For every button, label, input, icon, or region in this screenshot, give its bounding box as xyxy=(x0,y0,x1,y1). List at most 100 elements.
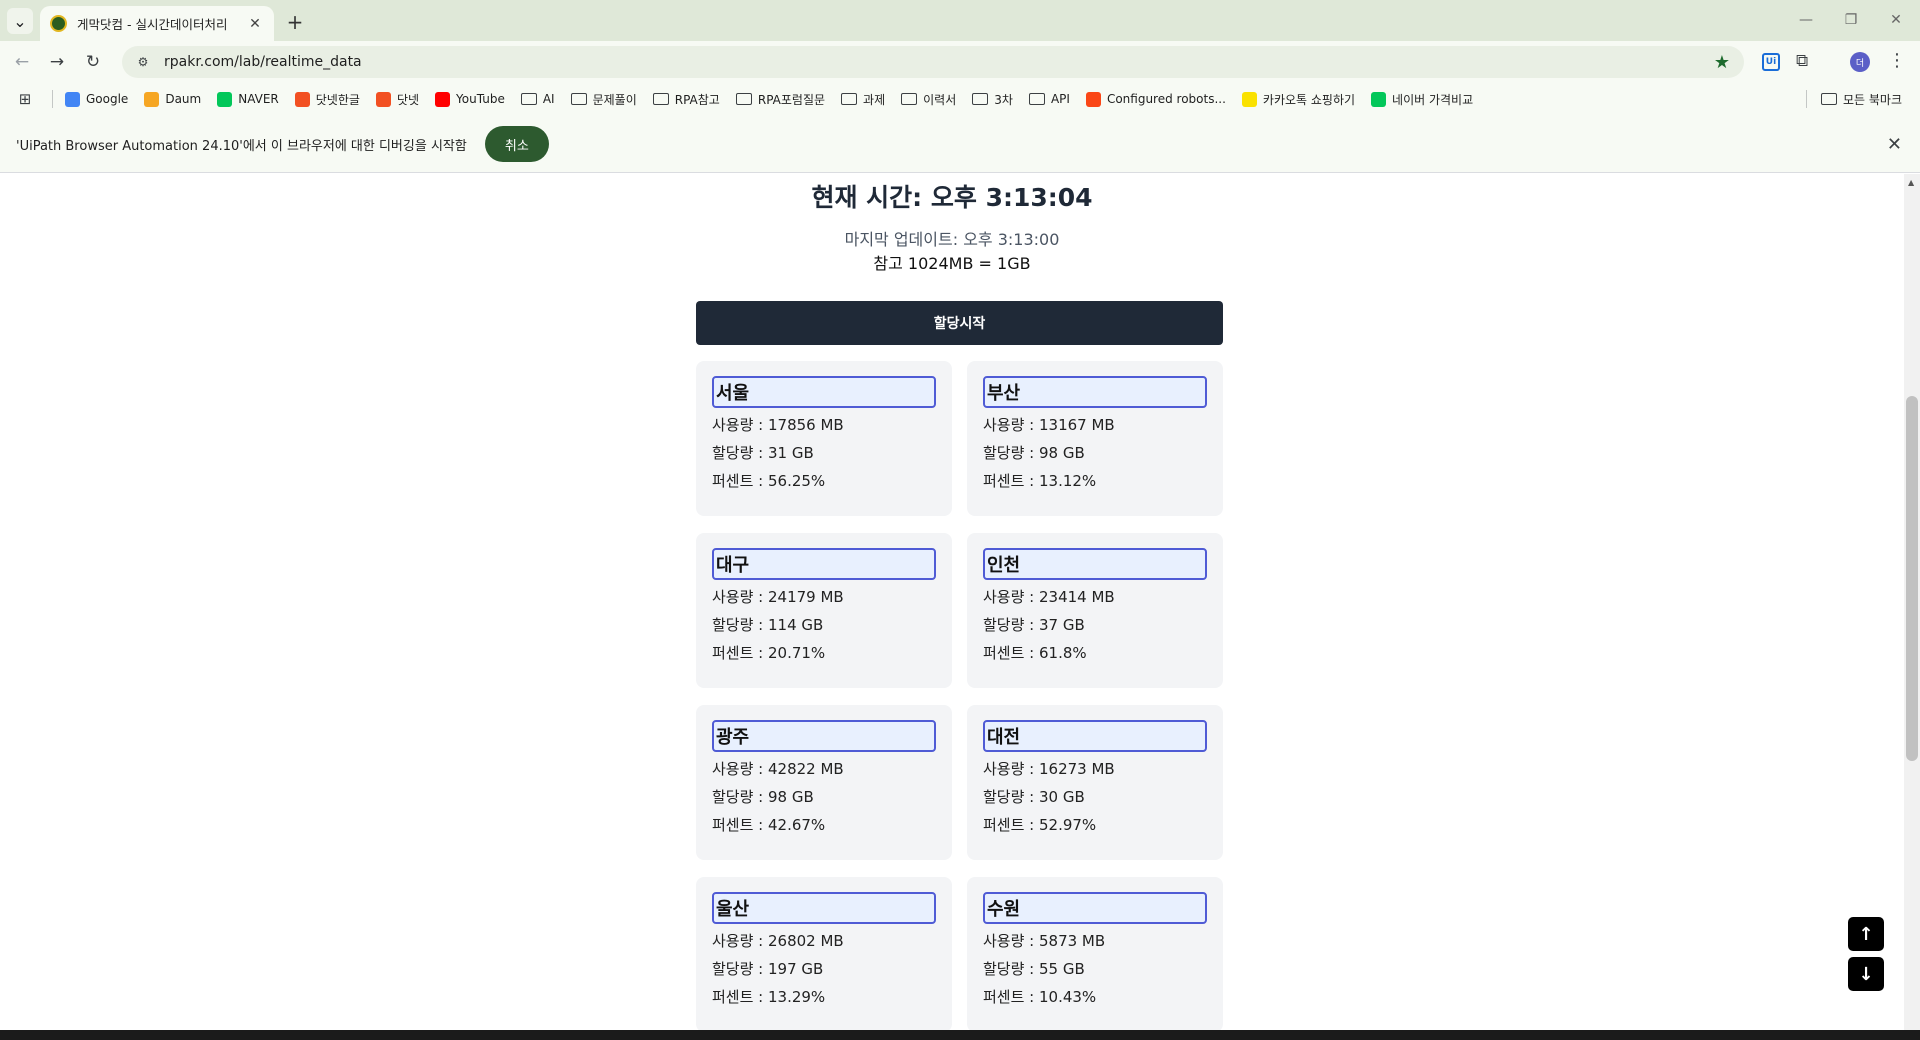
bookmark-item[interactable]: RPA참고 xyxy=(652,91,720,108)
usage-text: 사용량 : 5873 MB xyxy=(983,932,1106,950)
bookmark-label: Daum xyxy=(165,92,202,106)
bookmark-item[interactable]: RPA포럼질문 xyxy=(735,91,825,108)
usage-text: 사용량 : 23414 MB xyxy=(983,588,1115,606)
bookmark-item[interactable]: Google xyxy=(65,91,128,107)
scroll-to-bottom-button[interactable]: ↓ xyxy=(1848,957,1884,991)
windows-icon xyxy=(294,91,310,107)
more-menu-icon[interactable]: ⋮ xyxy=(1888,50,1906,71)
google-icon xyxy=(65,91,80,107)
usage-text: 사용량 : 16273 MB xyxy=(983,760,1115,778)
start-allocation-button[interactable]: 할당시작 xyxy=(696,301,1223,345)
city-name-field[interactable]: 부산 xyxy=(983,376,1207,408)
city-card: 수원 사용량 : 5873 MB 할당량 : 55 GB 퍼센트 : 10.43% xyxy=(967,877,1223,1030)
folder-icon xyxy=(841,93,858,105)
bookmarks-divider xyxy=(1805,90,1807,108)
uipath-icon xyxy=(1085,91,1101,107)
address-bar[interactable]: ⚙ rpakr.com/lab/realtime_data ★ xyxy=(122,46,1744,78)
bookmark-item[interactable]: 과제 xyxy=(841,91,885,108)
bookmark-item[interactable]: 3차 xyxy=(972,91,1013,108)
bookmark-item[interactable]: AI xyxy=(520,92,555,106)
scroll-up-arrow-icon[interactable]: ▲ xyxy=(1908,178,1914,187)
bookmark-label: 문제풀이 xyxy=(592,92,637,107)
bookmark-label: API xyxy=(1050,92,1070,106)
folder-icon xyxy=(1820,93,1837,105)
browser-toolbar: ← → ↻ ⚙ rpakr.com/lab/realtime_data ★ Ui… xyxy=(0,41,1920,82)
reload-icon[interactable]: ↻ xyxy=(80,49,106,75)
bookmark-item[interactable]: 닷넷한글 xyxy=(294,91,360,108)
usage-text: 사용량 : 17856 MB xyxy=(712,416,844,434)
bookmark-star-icon[interactable]: ★ xyxy=(1714,52,1730,73)
scrollbar-thumb[interactable] xyxy=(1906,396,1918,761)
naver-icon xyxy=(1371,91,1387,107)
forward-arrow-icon[interactable]: → xyxy=(44,49,70,75)
infobar-close-icon[interactable]: ✕ xyxy=(1887,134,1902,155)
city-card-grid: 서울 사용량 : 17856 MB 할당량 : 31 GB 퍼센트 : 56.25% 부… xyxy=(696,361,1223,1030)
new-tab-button[interactable]: + xyxy=(282,9,308,35)
bookmark-item[interactable]: 문제풀이 xyxy=(570,91,637,108)
city-name-field[interactable]: 인천 xyxy=(983,548,1207,580)
bookmark-label: 네이버 가격비교 xyxy=(1392,92,1474,107)
all-bookmarks[interactable]: 모든 북마크 xyxy=(1805,90,1902,108)
youtube-icon xyxy=(435,91,451,107)
scroll-to-top-button[interactable]: ↑ xyxy=(1848,917,1884,951)
bookmark-label: 닷넷한글 xyxy=(315,92,360,107)
active-tab[interactable]: 게막닷컴 - 실시간데이터처리 ✕ xyxy=(40,6,274,41)
profile-avatar[interactable]: 더 xyxy=(1850,52,1870,72)
back-arrow-icon[interactable]: ← xyxy=(9,49,35,75)
folder-icon xyxy=(520,93,537,105)
cancel-debugging-button[interactable]: 취소 xyxy=(484,126,549,162)
bookmark-label: 3차 xyxy=(994,92,1013,107)
city-card: 부산 사용량 : 13167 MB 할당량 : 98 GB 퍼센트 : 13.12% xyxy=(967,361,1223,516)
usage-text: 사용량 : 24179 MB xyxy=(712,588,844,606)
page-scrollbar[interactable]: ▲ xyxy=(1904,174,1920,1030)
folder-icon xyxy=(735,93,752,105)
city-card: 대전 사용량 : 16273 MB 할당량 : 30 GB 퍼센트 : 52.97% xyxy=(967,705,1223,860)
tab-close-icon[interactable]: ✕ xyxy=(246,15,264,33)
window-close-icon[interactable]: ✕ xyxy=(1876,8,1916,32)
allocation-text: 할당량 : 114 GB xyxy=(712,616,824,634)
folder-icon xyxy=(1028,93,1045,105)
naver-icon xyxy=(217,91,233,107)
kakao-icon xyxy=(1241,91,1257,107)
chevron-down-icon: ⌄ xyxy=(13,11,27,31)
bookmark-item[interactable]: Daum xyxy=(144,91,202,107)
tab-search-button[interactable]: ⌄ xyxy=(7,8,33,34)
city-name-field[interactable]: 광주 xyxy=(712,720,936,752)
arrow-up-icon: ↑ xyxy=(1858,923,1874,945)
percent-text: 퍼센트 : 10.43% xyxy=(983,988,1097,1006)
usage-text: 사용량 : 26802 MB xyxy=(712,932,844,950)
url-text[interactable]: rpakr.com/lab/realtime_data xyxy=(164,54,362,70)
bookmark-item[interactable]: YouTube xyxy=(435,91,505,107)
apps-grid-icon[interactable]: ⊞ xyxy=(16,90,34,108)
bookmark-list: Google Daum NAVER 닷넷한글 닷넷 YouTube AI 문제풀이 RPA참고 R… xyxy=(65,91,1489,108)
tab-title: 게막닷컴 - 실시간데이터처리 xyxy=(77,17,228,32)
bookmarks-divider xyxy=(52,90,53,108)
bookmark-item[interactable]: NAVER xyxy=(217,91,279,107)
bookmark-item[interactable]: Configured robots... xyxy=(1085,91,1226,107)
extensions-puzzle-icon[interactable]: ⧉ xyxy=(1796,51,1808,71)
bookmark-label: AI xyxy=(542,92,555,106)
site-info-icon[interactable]: ⚙ xyxy=(134,53,152,71)
usage-text: 사용량 : 42822 MB xyxy=(712,760,844,778)
city-name-field[interactable]: 대구 xyxy=(712,548,936,580)
bookmark-item[interactable]: 네이버 가격비교 xyxy=(1371,91,1473,108)
bookmark-item[interactable]: 이력서 xyxy=(901,91,956,108)
folder-icon xyxy=(570,93,587,105)
bookmark-item[interactable]: API xyxy=(1028,92,1070,106)
city-name-field[interactable]: 대전 xyxy=(983,720,1207,752)
last-update-text: 마지막 업데이트: 오후 3:13:00 xyxy=(844,230,1060,249)
percent-text: 퍼센트 : 56.25% xyxy=(712,472,826,490)
minimize-icon[interactable]: — xyxy=(1786,8,1826,32)
windows-icon xyxy=(375,91,391,107)
city-name-field[interactable]: 서울 xyxy=(712,376,936,408)
percent-text: 퍼센트 : 13.29% xyxy=(712,988,826,1006)
uipath-extension-icon[interactable]: Ui xyxy=(1762,53,1780,71)
restore-icon[interactable]: ❐ xyxy=(1831,8,1871,32)
city-name-field[interactable]: 울산 xyxy=(712,892,936,924)
tab-strip: ⌄ 게막닷컴 - 실시간데이터처리 ✕ + — ❐ ✕ xyxy=(0,0,1920,41)
bookmark-label: 과제 xyxy=(863,92,886,107)
city-name-field[interactable]: 수원 xyxy=(983,892,1207,924)
bookmarks-bar: ⊞ Google Daum NAVER 닷넷한글 닷넷 YouTube AI 문제풀이 RPA참… xyxy=(0,82,1920,116)
bookmark-item[interactable]: 닷넷 xyxy=(375,91,419,108)
bookmark-item[interactable]: 카카오톡 쇼핑하기 xyxy=(1241,91,1355,108)
